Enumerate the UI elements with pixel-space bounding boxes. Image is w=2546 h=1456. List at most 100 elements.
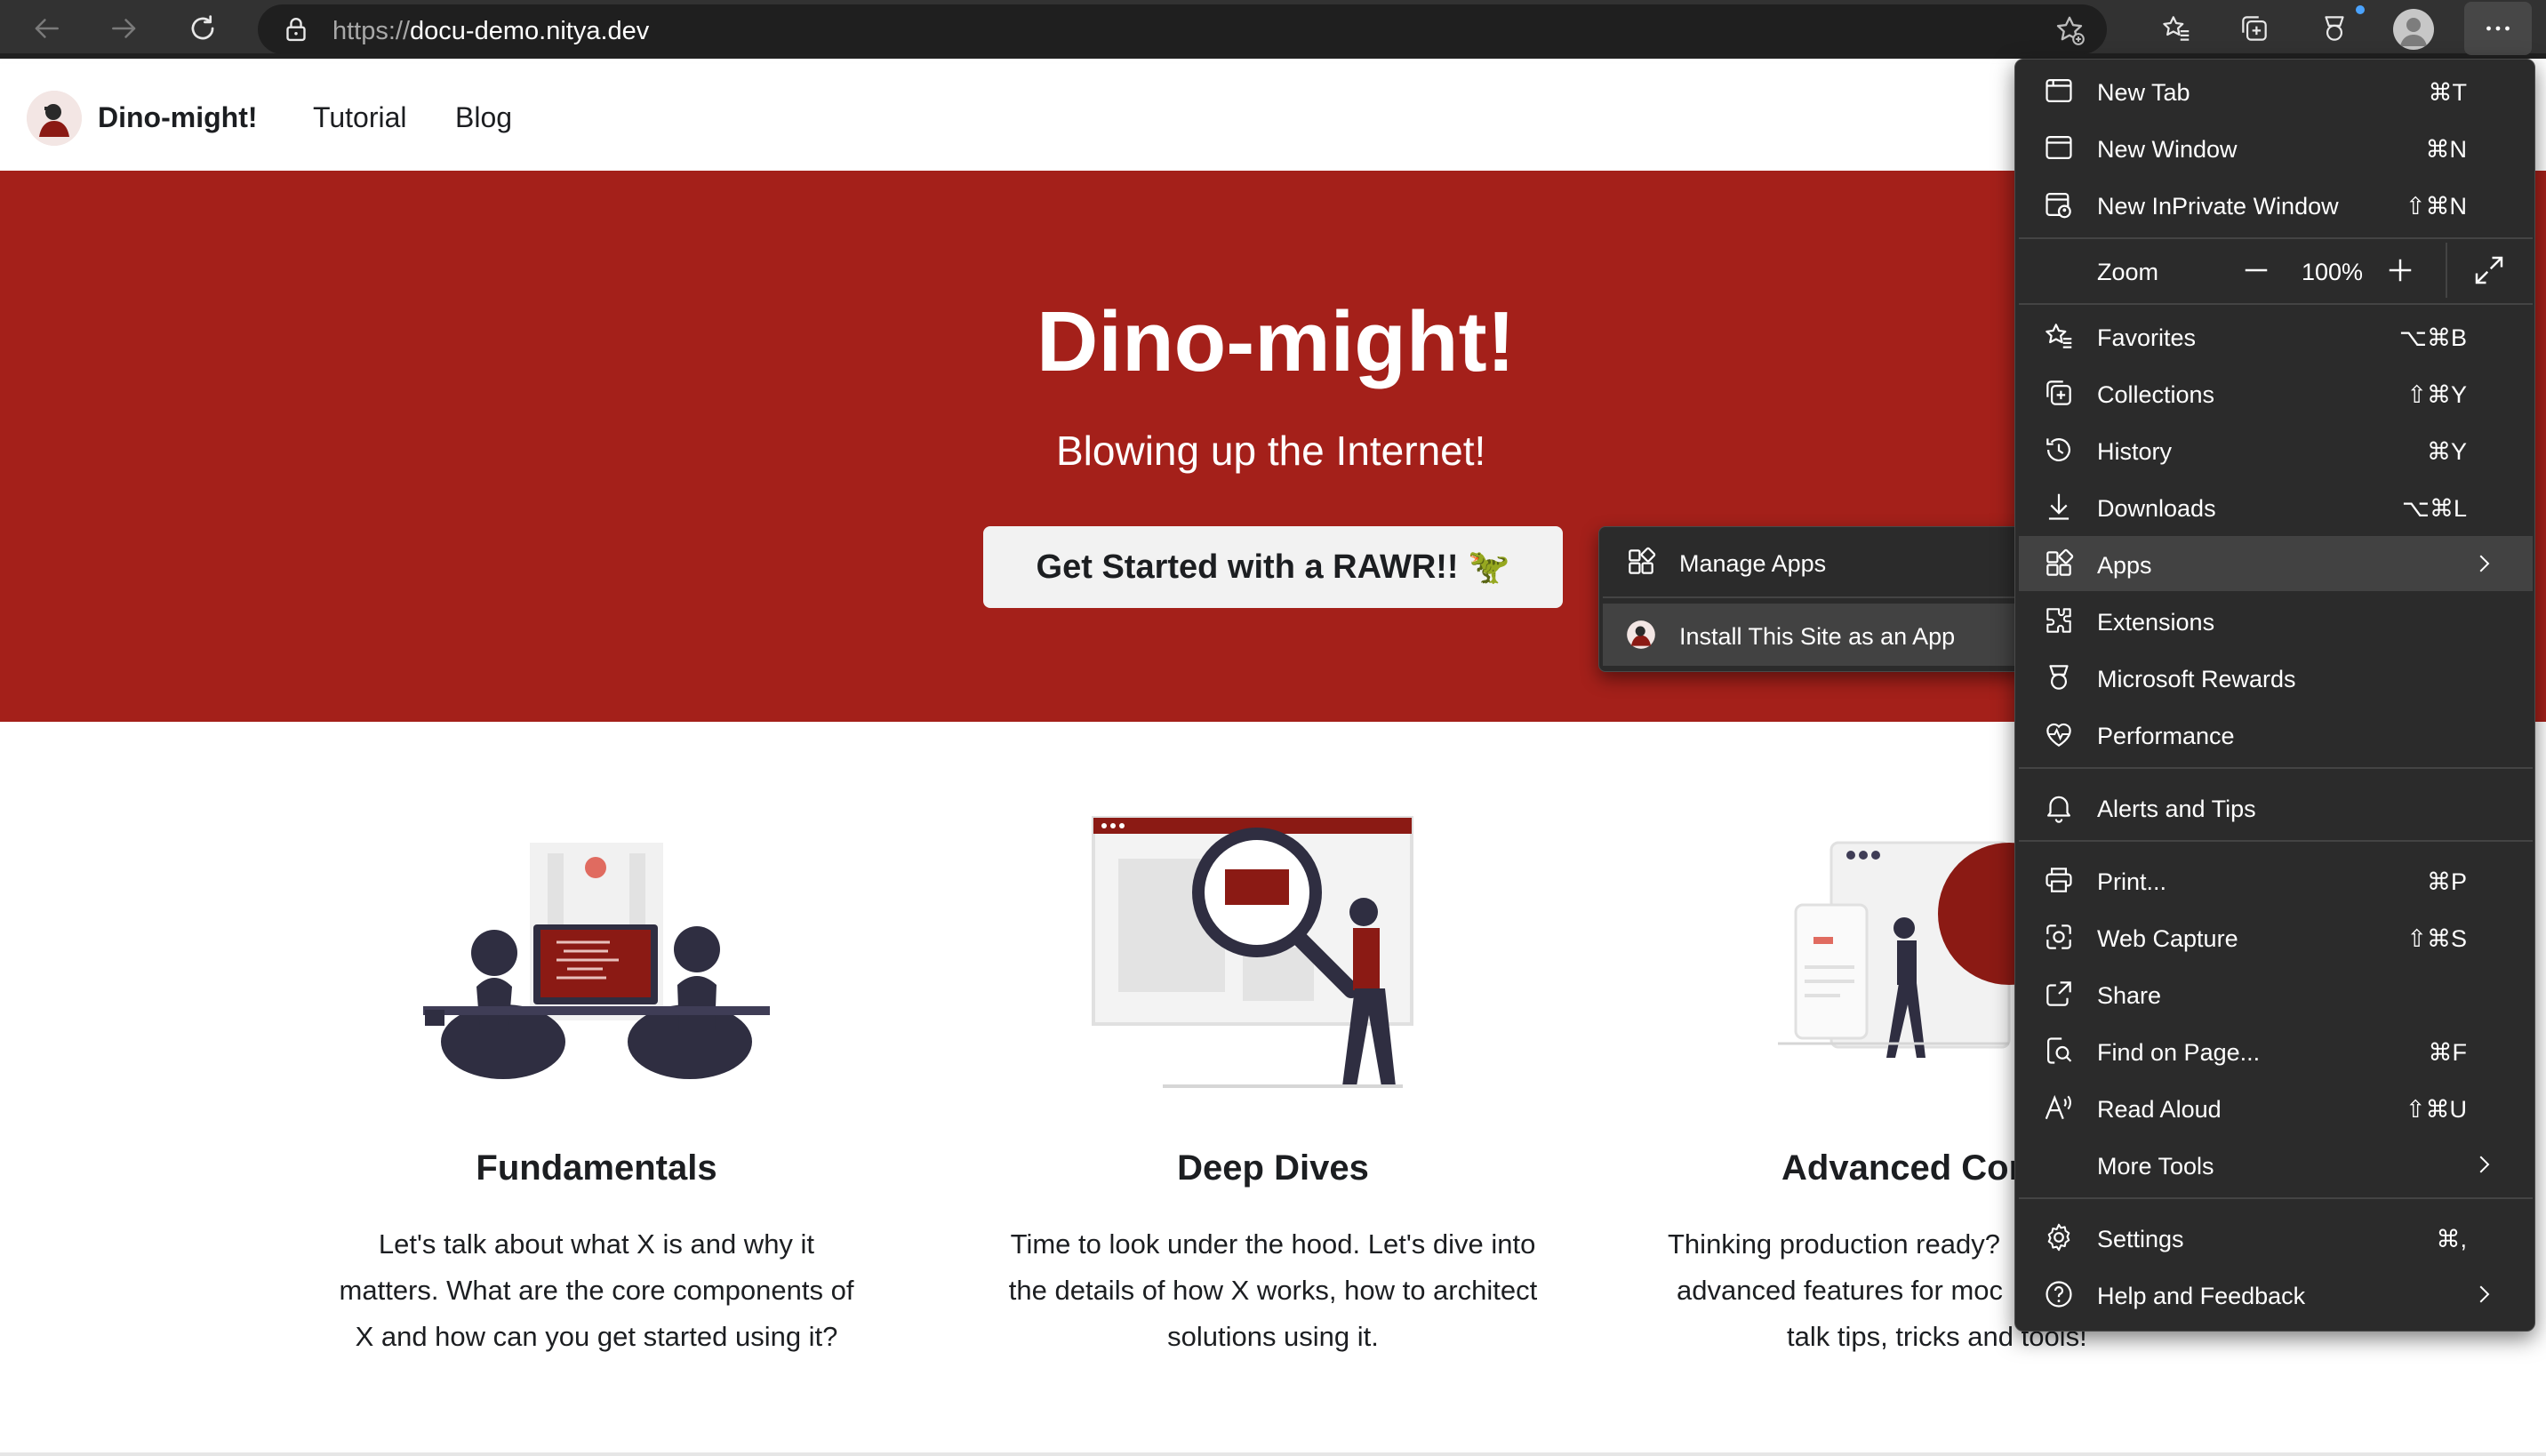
dino-logo[interactable] xyxy=(27,91,82,146)
ellipsis-icon xyxy=(2486,26,2510,31)
menu-shortcut: ⌘T xyxy=(2428,79,2468,106)
desc-line: Let's talk about what X is and why it xyxy=(378,1228,815,1260)
person-icon xyxy=(2400,18,2427,46)
advanced-concepts-illustration xyxy=(1778,841,2014,1058)
menu-label: New Window xyxy=(2097,136,2238,163)
forward-button[interactable] xyxy=(100,5,149,52)
get-started-button[interactable]: Get Started with a RAWR!! 🦖 xyxy=(983,526,1563,608)
extensions-icon xyxy=(2042,604,2076,637)
menu-shortcut: ⌘Y xyxy=(2426,438,2467,465)
history-icon xyxy=(2042,433,2076,467)
menu-shortcut: ⇧⌘N xyxy=(2405,193,2467,220)
performance-icon xyxy=(2042,717,2076,751)
install-site-as-app-item[interactable]: Install This Site as an App xyxy=(1603,604,2021,666)
site-favicon-icon xyxy=(1627,620,1655,649)
menu-item-new-tab[interactable]: New Tab ⌘T xyxy=(2019,63,2533,118)
menu-item-favorites[interactable]: Favorites ⌥⌘B xyxy=(2019,308,2533,364)
menu-separator xyxy=(2019,303,2533,305)
zoom-out-icon[interactable] xyxy=(2238,252,2275,289)
menu-label: Favorites xyxy=(2097,324,2197,351)
menu-shortcut: ⌘, xyxy=(2436,1226,2467,1252)
new-window-icon xyxy=(2042,131,2076,164)
footer-divider xyxy=(0,1452,2546,1456)
menu-item-collections[interactable]: Collections ⇧⌘Y xyxy=(2019,365,2533,420)
desc-line: solutions using it. xyxy=(1167,1321,1379,1352)
menu-item-read-aloud[interactable]: Read Aloud ⇧⌘U xyxy=(2019,1080,2533,1135)
menu-item-web-capture[interactable]: Web Capture ⇧⌘S xyxy=(2019,909,2533,964)
zoom-label: Zoom xyxy=(2097,259,2159,285)
apps-icon xyxy=(2042,547,2076,580)
favorites-button[interactable] xyxy=(2151,5,2201,52)
menu-shortcut: ⇧⌘Y xyxy=(2406,381,2467,408)
feature-desc-fundamentals: Let's talk about what X is and why it ma… xyxy=(308,1221,885,1360)
menu-label: Extensions xyxy=(2097,609,2215,636)
collections-button[interactable] xyxy=(2230,5,2279,52)
nav-blog[interactable]: Blog xyxy=(455,101,512,134)
bell-icon xyxy=(2042,790,2076,824)
menu-item-settings[interactable]: Settings ⌘, xyxy=(2019,1210,2533,1265)
menu-label: Read Aloud xyxy=(2097,1096,2222,1123)
menu-label: Alerts and Tips xyxy=(2097,796,2256,822)
menu-label: More Tools xyxy=(2097,1153,2214,1180)
feature-title-advanced: Advanced Cor xyxy=(1781,1148,2023,1188)
gear-icon xyxy=(2042,1220,2076,1254)
menu-separator xyxy=(2019,840,2533,842)
chevron-right-icon xyxy=(2479,555,2490,572)
menu-item-new-window[interactable]: New Window ⌘N xyxy=(2019,120,2533,175)
menu-separator xyxy=(2019,1197,2533,1199)
menu-separator xyxy=(2019,767,2533,769)
zoom-in-icon[interactable] xyxy=(2382,252,2419,289)
settings-and-more-menu: New Tab ⌘T New Window ⌘N New InPrivate W… xyxy=(2014,59,2535,1332)
menu-item-new-inprivate-window[interactable]: New InPrivate Window ⇧⌘N xyxy=(2019,177,2533,232)
rewards-button[interactable] xyxy=(2310,5,2359,52)
menu-shortcut: ⌥⌘L xyxy=(2401,495,2467,522)
settings-and-more-button[interactable] xyxy=(2464,2,2532,55)
rewards-icon xyxy=(2042,660,2076,694)
refresh-button[interactable] xyxy=(178,5,228,52)
menu-item-microsoft-rewards[interactable]: Microsoft Rewards xyxy=(2019,650,2533,705)
download-icon xyxy=(2042,490,2076,524)
inprivate-icon xyxy=(2042,188,2076,221)
menu-label: Print... xyxy=(2097,868,2167,895)
zoom-value: 100% xyxy=(2302,259,2364,285)
add-favorite-icon[interactable] xyxy=(2052,12,2087,48)
submenu-label: Install This Site as an App xyxy=(1679,623,1956,650)
manage-apps-item[interactable]: Manage Apps xyxy=(1603,531,2021,593)
lock-icon xyxy=(286,18,306,42)
nav-tutorial[interactable]: Tutorial xyxy=(313,101,407,134)
brand-title[interactable]: Dino-might! xyxy=(98,101,258,134)
desc-line: Time to look under the hood. Let's dive … xyxy=(1010,1228,1536,1260)
menu-label: Find on Page... xyxy=(2097,1039,2261,1066)
fundamentals-illustration xyxy=(423,843,770,1079)
menu-item-alerts-and-tips[interactable]: Alerts and Tips xyxy=(2019,780,2533,835)
help-icon xyxy=(2042,1277,2076,1311)
print-icon xyxy=(2042,863,2076,897)
menu-item-find-on-page[interactable]: Find on Page... ⌘F xyxy=(2019,1023,2533,1078)
zoom-control: Zoom 100% xyxy=(2019,243,2533,298)
back-button[interactable] xyxy=(21,5,71,52)
menu-separator xyxy=(2019,237,2533,239)
collections-icon xyxy=(2042,376,2076,410)
menu-item-share[interactable]: Share xyxy=(2019,966,2533,1021)
hero-subtitle: Blowing up the Internet! xyxy=(1056,428,1486,474)
arrow-right-icon xyxy=(112,19,136,38)
menu-item-downloads[interactable]: Downloads ⌥⌘L xyxy=(2019,479,2533,534)
web-capture-icon xyxy=(2042,920,2076,954)
menu-item-print[interactable]: Print... ⌘P xyxy=(2019,852,2533,908)
browser-toolbar: https://docu-demo.nitya.dev xyxy=(0,0,2546,59)
chevron-right-icon xyxy=(2479,1285,2490,1303)
desc-line: X and how can you get started using it? xyxy=(355,1321,838,1352)
menu-item-performance[interactable]: Performance xyxy=(2019,707,2533,762)
menu-item-extensions[interactable]: Extensions xyxy=(2019,593,2533,648)
menu-item-history[interactable]: History ⌘Y xyxy=(2019,422,2533,477)
address-bar[interactable]: https://docu-demo.nitya.dev xyxy=(258,4,2107,54)
fullscreen-icon[interactable] xyxy=(2470,252,2508,289)
menu-item-apps[interactable]: Apps xyxy=(2019,536,2533,591)
deep-dives-illustration xyxy=(1092,816,1413,1088)
menu-shortcut: ⌥⌘B xyxy=(2398,324,2467,351)
arrow-left-icon xyxy=(35,19,59,38)
new-tab-icon xyxy=(2042,74,2076,108)
profile-avatar[interactable] xyxy=(2393,9,2434,50)
menu-item-more-tools[interactable]: More Tools xyxy=(2019,1137,2533,1192)
menu-item-help-and-feedback[interactable]: Help and Feedback xyxy=(2019,1267,2533,1322)
